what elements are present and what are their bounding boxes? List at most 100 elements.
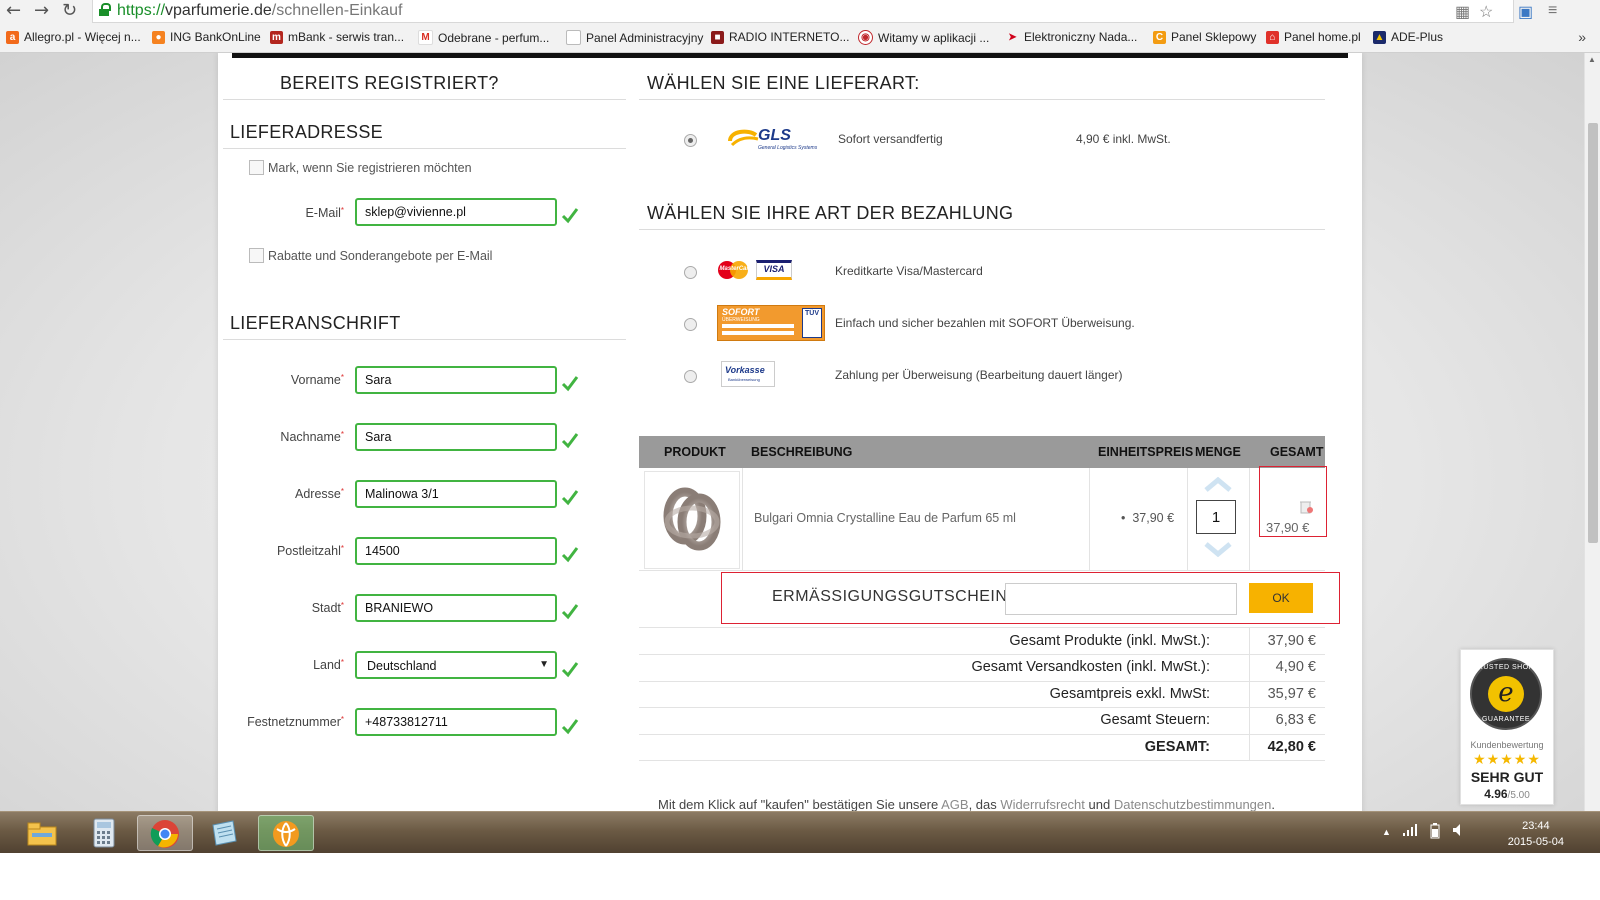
translate-icon[interactable]: ▦ xyxy=(1455,2,1470,22)
register-checkbox[interactable] xyxy=(249,160,264,175)
radio-icon: ■ xyxy=(711,30,724,44)
extension-icon[interactable]: ▣ xyxy=(1518,2,1533,22)
bookmark-item[interactable]: M Odebrane - perfum... xyxy=(418,30,549,45)
grand-total-label: GESAMT: xyxy=(1144,739,1210,755)
homepl-icon: ⌂ xyxy=(1266,30,1279,44)
col-unit-price: EINHEITSPREIS xyxy=(1098,445,1194,459)
network-icon[interactable] xyxy=(1402,823,1418,837)
url-protocol: https:// xyxy=(117,2,166,19)
newsletter-checkbox-label[interactable]: Rabatte und Sonderangebote per E-Mail xyxy=(268,249,492,263)
bookmark-item[interactable]: ■ RADIO INTERNETO... xyxy=(711,30,849,44)
gls-logo: GLS General Logistics Systems xyxy=(726,125,818,155)
dropdown-arrow-icon: ▼ xyxy=(539,659,549,670)
terms-note: Mit dem Klick auf "kaufen" bestätigen Si… xyxy=(658,797,1275,812)
lastname-field[interactable] xyxy=(355,423,557,451)
postcode-field[interactable] xyxy=(355,537,557,565)
scroll-up-icon[interactable]: ▲ xyxy=(1588,55,1596,64)
vorkasse-logo: Vorkasse Banküberweisung xyxy=(721,361,775,387)
coupon-ok-button[interactable]: OK xyxy=(1249,583,1313,613)
delete-icon[interactable] xyxy=(1298,498,1314,514)
firstname-label: Vorname* xyxy=(290,373,344,387)
postcode-label: Postleitzahl* xyxy=(276,544,344,558)
city-field[interactable] xyxy=(355,594,557,622)
payment-radio-sofort[interactable] xyxy=(684,318,697,331)
app-icon: ◉ xyxy=(858,30,873,45)
shop-icon: C xyxy=(1153,30,1166,44)
col-total: GESAMT xyxy=(1270,445,1324,459)
bookmark-item[interactable]: ◉ Witamy w aplikacji ... xyxy=(858,30,989,45)
payment-radio-card[interactable] xyxy=(684,266,697,279)
address-bar[interactable]: https://vparfumerie.de/schnellen-Einkauf… xyxy=(92,0,1514,23)
bookmark-star-icon[interactable]: ☆ xyxy=(1479,2,1493,22)
shipping-option-price: 4,90 € inkl. MwSt. xyxy=(1076,132,1171,146)
coupon-input[interactable] xyxy=(1005,583,1237,615)
taskbar: ▲ 23:44 2015-05-04 xyxy=(0,811,1600,854)
url-host: vparfumerie.de xyxy=(165,2,272,19)
lock-icon xyxy=(99,3,111,16)
chrome-icon xyxy=(150,820,179,848)
bookmark-item[interactable]: Panel Administracyjny xyxy=(566,30,703,45)
withdrawal-link[interactable]: Widerrufsrecht xyxy=(1000,797,1085,812)
privacy-link[interactable]: Datenschutzbestimmungen xyxy=(1114,797,1272,812)
taskbar-notes[interactable] xyxy=(197,815,253,851)
back-button[interactable]: ← xyxy=(6,1,21,21)
quantity-down-icon[interactable] xyxy=(1203,541,1233,557)
battery-icon[interactable] xyxy=(1430,823,1440,839)
forward-button[interactable]: → xyxy=(34,1,49,21)
bookmark-item[interactable]: ➤ Elektroniczny Nada... xyxy=(1006,30,1137,44)
volume-icon[interactable] xyxy=(1452,823,1466,837)
system-clock[interactable]: 23:44 2015-05-04 xyxy=(1508,818,1564,850)
valid-check-icon xyxy=(561,719,579,735)
newsletter-checkbox[interactable] xyxy=(249,248,264,263)
tray-expand-icon[interactable]: ▲ xyxy=(1382,827,1391,837)
scrollbar-thumb[interactable] xyxy=(1588,123,1598,543)
total-net-label: Gesamtpreis exkl. MwSt: xyxy=(1049,686,1210,702)
quantity-input[interactable]: 1 xyxy=(1196,500,1236,534)
poczta-icon: ➤ xyxy=(1008,31,1017,43)
phone-field[interactable] xyxy=(355,708,557,736)
shipping-heading: WÄHLEN SIE EINE LIEFERART: xyxy=(647,73,920,93)
coupon-label: ERMÄSSIGUNGSGUTSCHEINE xyxy=(772,588,1019,605)
payment-option-prepayment-label: Zahlung per Überweisung (Bearbeitung dau… xyxy=(835,368,1123,382)
valid-check-icon xyxy=(561,604,579,620)
page-icon xyxy=(566,30,581,45)
valid-check-icon xyxy=(561,376,579,392)
rating-score: 4.96/5.00 xyxy=(1484,787,1530,801)
firstname-field[interactable] xyxy=(355,366,557,394)
menu-icon[interactable]: ≡ xyxy=(1548,2,1557,20)
divider xyxy=(223,339,626,340)
bookmark-item[interactable]: ▲ ADE-Plus xyxy=(1373,30,1443,44)
email-field[interactable] xyxy=(355,198,557,226)
taskbar-explorer[interactable] xyxy=(14,815,70,851)
bookmark-item[interactable]: ● ING BankOnLine xyxy=(152,30,261,44)
registered-heading[interactable]: BEREITS REGISTRIERT? xyxy=(280,73,499,94)
country-value: Deutschland xyxy=(367,659,437,673)
divider xyxy=(639,229,1325,230)
register-checkbox-label[interactable]: Mark, wenn Sie registrieren möchten xyxy=(268,161,472,175)
url-text[interactable]: https://vparfumerie.de/schnellen-Einkauf xyxy=(117,2,403,20)
country-select[interactable]: Deutschland ▼ xyxy=(355,651,557,679)
address-heading: LIEFERANSCHRIFT xyxy=(230,313,401,333)
shipping-radio-gls[interactable] xyxy=(684,134,697,147)
valid-check-icon xyxy=(561,662,579,678)
page-scrollbar[interactable]: ▲ ▼ xyxy=(1584,53,1600,827)
divider xyxy=(223,99,626,100)
taskbar-calculator[interactable] xyxy=(76,815,132,851)
trusted-shops-badge[interactable]: TRUSTED SHOPS e GUARANTEE Kundenbewertun… xyxy=(1460,649,1554,805)
address-field[interactable] xyxy=(355,480,557,508)
reload-button[interactable]: ↻ xyxy=(62,1,77,21)
bookmark-item[interactable]: ⌂ Panel home.pl xyxy=(1266,30,1361,44)
product-description[interactable]: Bulgari Omnia Crystalline Eau de Parfum … xyxy=(754,511,1016,525)
bookmark-item[interactable]: a Allegro.pl - Więcej n... xyxy=(6,30,141,44)
taskbar-chrome[interactable] xyxy=(137,815,193,851)
payment-radio-prepayment[interactable] xyxy=(684,370,697,383)
quantity-up-icon[interactable] xyxy=(1203,477,1233,493)
bookmark-item[interactable]: m mBank - serwis tran... xyxy=(270,30,404,44)
taskbar-app-orange[interactable] xyxy=(258,815,314,851)
phone-label: Festnetznummer* xyxy=(247,715,344,729)
product-image[interactable] xyxy=(644,471,740,569)
bookmark-item[interactable]: C Panel Sklepowy xyxy=(1153,30,1256,44)
bookmarks-overflow-button[interactable]: » xyxy=(1578,29,1586,45)
checkout-page: BEREITS REGISTRIERT? LIEFERADRESSE Mark,… xyxy=(218,53,1362,827)
agb-link[interactable]: AGB xyxy=(941,797,968,812)
